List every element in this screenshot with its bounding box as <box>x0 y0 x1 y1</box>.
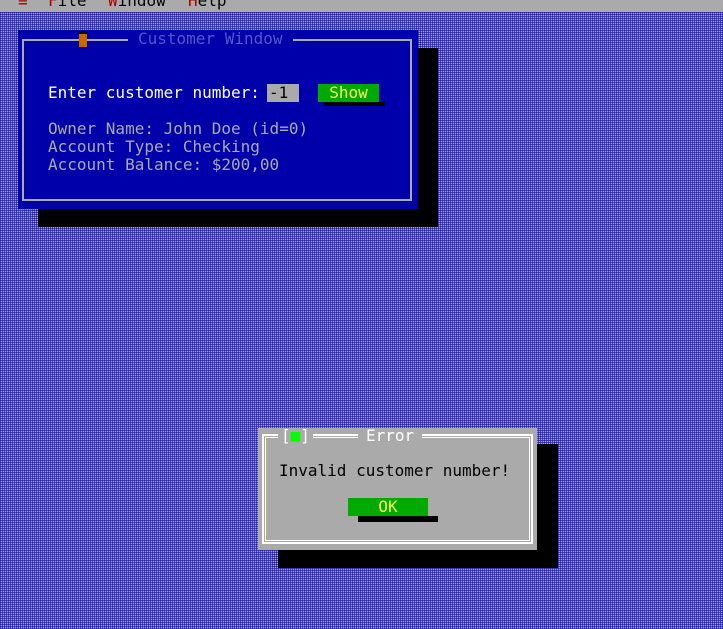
error-dialog[interactable]: [■] Error Invalid customer number! OK <box>258 428 537 550</box>
customer-window-shadow-right <box>418 48 438 227</box>
customer-number-label: Enter customer number: <box>48 83 260 102</box>
error-message: Invalid customer number! <box>279 461 511 480</box>
menu-file[interactable]: File <box>48 0 87 10</box>
account-type-text: Account Type: Checking <box>48 137 260 156</box>
menu-help-label: elp <box>197 0 227 10</box>
close-square-icon: ■ <box>290 426 301 445</box>
show-button-shadow <box>324 102 385 106</box>
error-dialog-inner-frame <box>265 437 530 541</box>
show-button[interactable]: Show <box>318 84 379 102</box>
customer-window-title: Customer Window <box>128 30 293 48</box>
customer-window-shadow-bottom <box>38 209 438 227</box>
ok-button-shadow <box>358 516 438 522</box>
menu-help[interactable]: Help <box>188 0 227 10</box>
customer-window[interactable]: Customer Window Enter customer number: -… <box>18 30 418 209</box>
close-icon[interactable] <box>79 31 87 47</box>
close-bracket-right: ] <box>300 426 310 445</box>
menu-window-hotkey: W <box>108 0 118 10</box>
system-menu[interactable]: ≡ <box>18 0 28 10</box>
menu-window[interactable]: Window <box>108 0 166 10</box>
menu-file-label: ile <box>57 0 87 10</box>
ok-button[interactable]: OK <box>348 498 428 516</box>
menu-bar: ≡ File Window Help <box>0 0 723 12</box>
error-dialog-title: Error <box>358 428 423 444</box>
close-icon[interactable]: [■] <box>278 428 313 444</box>
error-dialog-shadow-bottom <box>278 550 558 568</box>
owner-name-text: Owner Name: John Doe (id=0) <box>48 119 309 138</box>
account-balance-text: Account Balance: $200,00 <box>48 155 280 174</box>
customer-number-input[interactable]: -1 <box>267 84 299 102</box>
menu-file-hotkey: F <box>48 0 58 10</box>
menu-help-hotkey: H <box>188 0 198 10</box>
menu-window-label: indow <box>117 0 166 10</box>
close-bracket-left: [ <box>281 426 291 445</box>
